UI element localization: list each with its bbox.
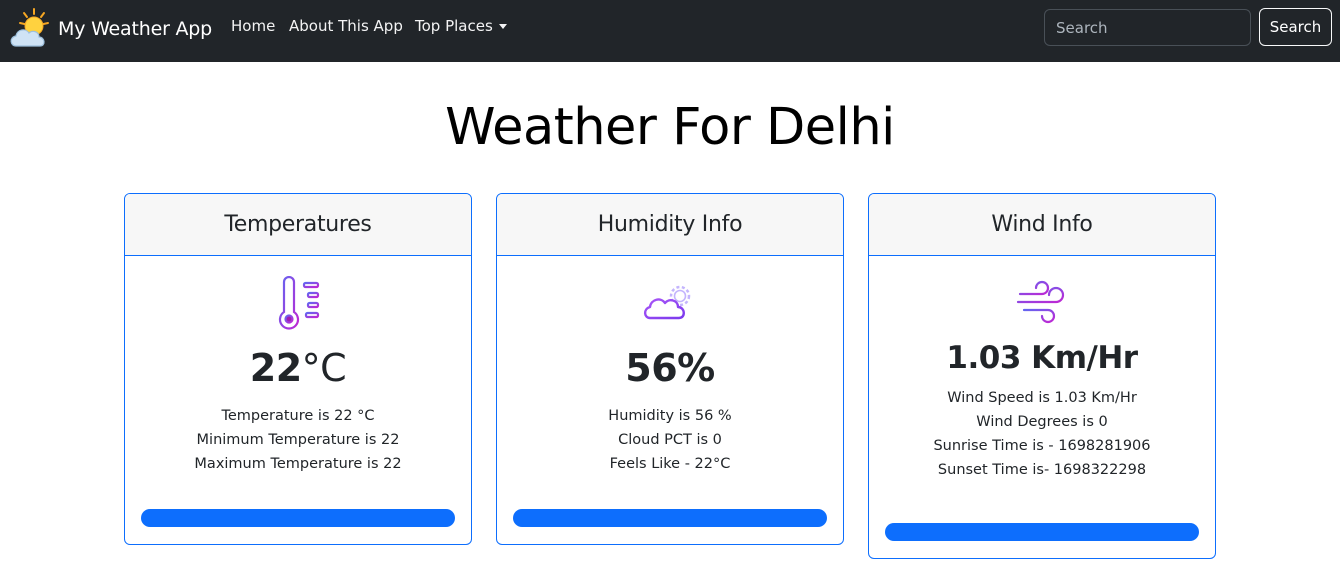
page-title: Weather For Delhi	[445, 98, 895, 157]
temperature-card-header: Temperatures	[125, 194, 471, 256]
nav-about-link[interactable]: About This App	[289, 17, 403, 35]
chevron-down-icon	[498, 23, 507, 29]
wind-degrees-line: Wind Degrees is 0	[976, 414, 1108, 430]
brand-name: My Weather App	[58, 18, 213, 40]
humidity-card: Humidity Info 56% Humidity is 56 % Cloud…	[496, 193, 844, 545]
wind-details: Wind Speed is 1.03 Km/Hr Wind Degrees is…	[869, 386, 1215, 482]
temperature-value: 22°C	[125, 346, 471, 390]
navbar: My Weather App Home About This App Top P…	[0, 0, 1340, 62]
search-input[interactable]	[1044, 9, 1251, 46]
min-temperature-line: Minimum Temperature is 22	[196, 432, 400, 448]
cloud-pct-line: Cloud PCT is 0	[618, 432, 722, 448]
humidity-progress-bar	[513, 509, 827, 527]
humidity-line: Humidity is 56 %	[608, 408, 732, 424]
wind-speed-value: 1.03 Km/Hr	[946, 340, 1138, 376]
sun-cloud-icon	[10, 8, 49, 47]
temperature-unit: °C	[301, 346, 347, 390]
temperature-number: 22	[249, 346, 302, 390]
temperature-details: Temperature is 22 °C Minimum Temperature…	[125, 404, 471, 476]
temperature-line: Temperature is 22 °C	[221, 408, 375, 424]
wind-card-header: Wind Info	[869, 194, 1215, 256]
nav-top-places-label: Top Places	[415, 17, 493, 35]
wind-icon	[1016, 280, 1065, 324]
temperature-card: Temperatures 22°C Temperature is 22 °C M…	[124, 193, 472, 545]
humidity-details: Humidity is 56 % Cloud PCT is 0 Feels Li…	[497, 404, 843, 476]
nav-home-link[interactable]: Home	[231, 17, 275, 35]
nav-top-places-dropdown[interactable]: Top Places	[415, 17, 507, 35]
wind-card: Wind Info 1.03 Km/Hr Wind Speed is 1.03 …	[868, 193, 1216, 559]
wind-progress-bar	[885, 523, 1199, 541]
wind-speed-line: Wind Speed is 1.03 Km/Hr	[947, 390, 1137, 406]
search-button[interactable]: Search	[1259, 8, 1332, 46]
thermometer-icon	[278, 276, 320, 330]
temperature-progress-bar	[141, 509, 455, 527]
brand[interactable]: My Weather App	[8, 4, 212, 54]
sunrise-line: Sunrise Time is - 1698281906	[933, 438, 1151, 454]
sunset-line: Sunset Time is- 1698322298	[937, 462, 1147, 478]
humidity-value: 56%	[625, 346, 715, 390]
humidity-card-header: Humidity Info	[497, 194, 843, 256]
max-temperature-line: Maximum Temperature is 22	[194, 456, 402, 472]
cloud-gear-icon	[643, 285, 691, 324]
feels-like-line: Feels Like - 22°C	[609, 456, 731, 472]
